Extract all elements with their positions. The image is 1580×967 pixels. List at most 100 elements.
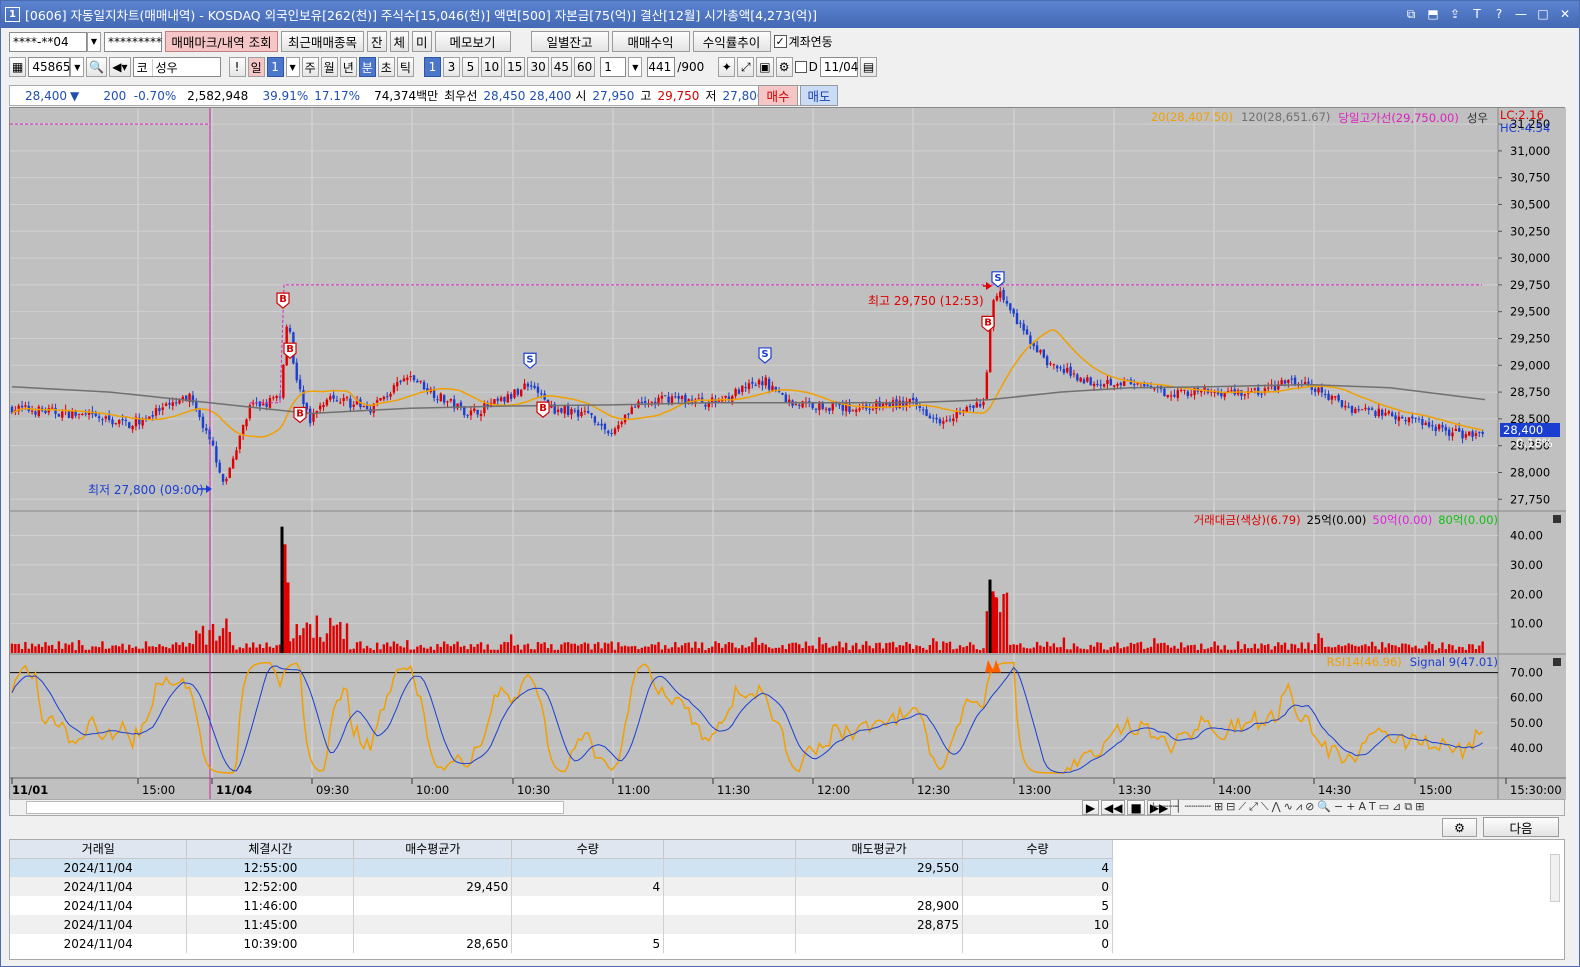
chart-area[interactable]: BBBBBSSS 31,250 31,000 30,750 30,500 30,250 3… [9, 107, 1566, 800]
col-buy-avg[interactable]: 매수평균가 [353, 840, 513, 859]
zoom-slider-icon[interactable]: ⊢┄┄┤ [1152, 800, 1181, 814]
profit-trend-button[interactable]: 수익률추이 [692, 31, 771, 52]
minute-3-button[interactable]: 3 [442, 57, 460, 77]
sell-button[interactable]: 매도 [800, 85, 838, 106]
layers-icon[interactable]: ⧉ [1404, 800, 1412, 814]
trade-mark-query-button[interactable]: 매매마크/내역 조회 [165, 31, 278, 52]
minute-10-button[interactable]: 10 [480, 57, 503, 77]
minute-15-button[interactable]: 15 [504, 57, 526, 77]
pin-icon[interactable]: ⇪ [1447, 6, 1463, 22]
checkbox-checked-icon[interactable]: ✓ [773, 35, 787, 48]
daily-balance-button[interactable]: 일별잔고 [530, 31, 609, 52]
speaker-icon[interactable]: ◀▾ [109, 57, 131, 77]
interval-select[interactable]: 1 [600, 57, 627, 77]
zigzag-icon[interactable]: ⩘ [1296, 800, 1302, 814]
chevron-down-icon[interactable]: ▼ [285, 57, 300, 77]
chart-canvas[interactable]: BBB BBS SS 31,25031,00030,75030,50030,2503… [10, 108, 1566, 800]
trade-profit-button[interactable]: 매매수익 [611, 31, 690, 52]
fib-tool-icon[interactable]: ⋀ [1272, 800, 1281, 814]
help-icon[interactable]: ? [1491, 6, 1507, 22]
stop-icon[interactable]: ■ [1127, 800, 1145, 815]
ray-tool-icon[interactable]: ⤢ [1249, 800, 1258, 814]
col-buy-qty[interactable]: 수량 [511, 840, 665, 859]
col-trade-date[interactable]: 거래일 [10, 840, 188, 859]
text-icon[interactable]: T [1469, 6, 1485, 22]
close-icon[interactable]: ✕ [1557, 6, 1573, 22]
table-row[interactable]: 2024/11/04 12:52:00 29,450 4 0 [10, 877, 1113, 896]
period-month-button[interactable]: 월 [320, 57, 338, 77]
buy-button[interactable]: 매수 [758, 85, 798, 106]
box-icon[interactable]: ⊟ [1226, 800, 1235, 814]
chart-settings-icon[interactable]: ⊞ [1415, 800, 1424, 814]
text-small-icon[interactable]: T [1369, 800, 1376, 814]
executed-button[interactable]: 체 [389, 31, 410, 52]
scroll-right-icon[interactable]: ▶ [1082, 800, 1099, 815]
gear-icon[interactable]: ⚙ [1442, 818, 1477, 837]
scale-icon[interactable]: ⊿ [1392, 800, 1401, 814]
col-exec-time[interactable]: 체결시간 [186, 840, 355, 859]
maximize-icon[interactable]: □ [1535, 6, 1551, 22]
bar-count-input[interactable]: 441 [647, 57, 676, 77]
trend-tool-icon[interactable]: ⟍ [1261, 800, 1269, 814]
link-window-icon[interactable]: ⧉ [1403, 6, 1419, 22]
scroll-thumb[interactable] [26, 801, 564, 814]
restore-layout-icon[interactable]: ⬒ [1425, 6, 1441, 22]
code-list-icon[interactable]: ▦ [9, 57, 27, 77]
stock-code-input[interactable]: 458650 [28, 57, 78, 77]
crosshair-icon[interactable]: ⊞ [1214, 800, 1223, 814]
period-year-button[interactable]: 년 [339, 57, 357, 77]
minute-30-button[interactable]: 30 [527, 57, 549, 77]
alert-button[interactable]: ! [228, 57, 246, 77]
col-sell-avg[interactable]: 매도평균가 [795, 840, 964, 859]
cycle-icon[interactable]: ⊘ [1305, 800, 1314, 814]
zoom-slider-icon-2[interactable]: ┄┄┄┄ [1184, 800, 1211, 814]
recent-trades-button[interactable]: 최근매매종목 [281, 31, 365, 52]
chevron-down-icon[interactable]: ▼ [628, 57, 643, 77]
gear-icon[interactable]: ⚙ [775, 57, 793, 77]
date-input[interactable]: 11/04 [819, 57, 858, 77]
table-scrollbar[interactable] [1550, 854, 1560, 902]
text-tool-icon[interactable]: A [1358, 800, 1366, 814]
minimize-icon[interactable]: — [1513, 6, 1529, 22]
table-row[interactable]: 2024/11/04 11:45:00 28,875 10 [10, 915, 1113, 934]
indicator-icon[interactable]: ✦ [718, 57, 736, 77]
password-field[interactable]: ********* [104, 31, 162, 52]
calendar-icon[interactable]: ▤ [859, 57, 878, 77]
day-count-input[interactable]: 1 [266, 57, 284, 77]
minute-1-button[interactable]: 1 [423, 57, 441, 77]
date-checkbox[interactable] [794, 61, 807, 73]
trend-tool-icon[interactable]: ⤢ [737, 57, 755, 77]
account-select[interactable]: ****-**04 [9, 31, 87, 52]
window-icon[interactable]: ▭ [1379, 800, 1389, 814]
period-tick-button[interactable]: 틱 [396, 57, 414, 77]
account-link-checkbox[interactable]: ✓ 계좌연동 [773, 33, 833, 50]
wave-tool-icon[interactable]: ∿ [1284, 800, 1293, 814]
zoom-out-icon[interactable]: − [1334, 800, 1343, 814]
chart-scrollbar[interactable]: ▶ ◀◀ ■ ▶▶ ⊢┄┄┤ ┄┄┄┄ ⊞ ⊟ ⟋ ⤢ ⟍ ⋀ ∿ ⩘ ⊘ 🔍 … [9, 799, 1565, 816]
period-week-button[interactable]: 주 [301, 57, 319, 77]
balance-button[interactable]: 잔 [367, 31, 387, 52]
minute-5-button[interactable]: 5 [461, 57, 479, 77]
table-row[interactable]: 2024/11/04 11:46:00 28,900 5 [10, 896, 1113, 915]
period-second-button[interactable]: 초 [377, 57, 395, 77]
zoom-in-icon[interactable]: + [1346, 800, 1355, 814]
next-button[interactable]: 다음 [1483, 817, 1559, 837]
period-day-button[interactable]: 일 [247, 57, 265, 77]
save-icon[interactable]: ▣ [756, 57, 774, 77]
period-minute-button[interactable]: 분 [358, 57, 376, 77]
minute-45-button[interactable]: 45 [550, 57, 573, 77]
table-row[interactable]: 2024/11/04 10:39:00 28,650 5 0 [10, 934, 1113, 953]
magnifier-icon[interactable]: 🔍 [1317, 800, 1331, 814]
volume-bar [412, 649, 416, 653]
chevron-down-icon[interactable]: ▼ [70, 57, 85, 77]
col-sell-qty[interactable]: 수량 [962, 840, 1113, 859]
minute-60-button[interactable]: 60 [574, 57, 596, 77]
search-icon[interactable]: 🔍 [86, 57, 108, 77]
line-tool-icon[interactable]: ⟋ [1238, 800, 1246, 814]
stock-name-field[interactable]: 코 성우 [132, 57, 221, 77]
rewind-icon[interactable]: ◀◀ [1101, 800, 1126, 815]
memo-button[interactable]: 메모보기 [434, 31, 511, 52]
table-row[interactable]: 2024/11/04 12:55:00 29,550 4 [10, 858, 1113, 877]
chevron-down-icon[interactable]: ▼ [87, 31, 101, 52]
unfilled-button[interactable]: 미 [412, 31, 432, 52]
